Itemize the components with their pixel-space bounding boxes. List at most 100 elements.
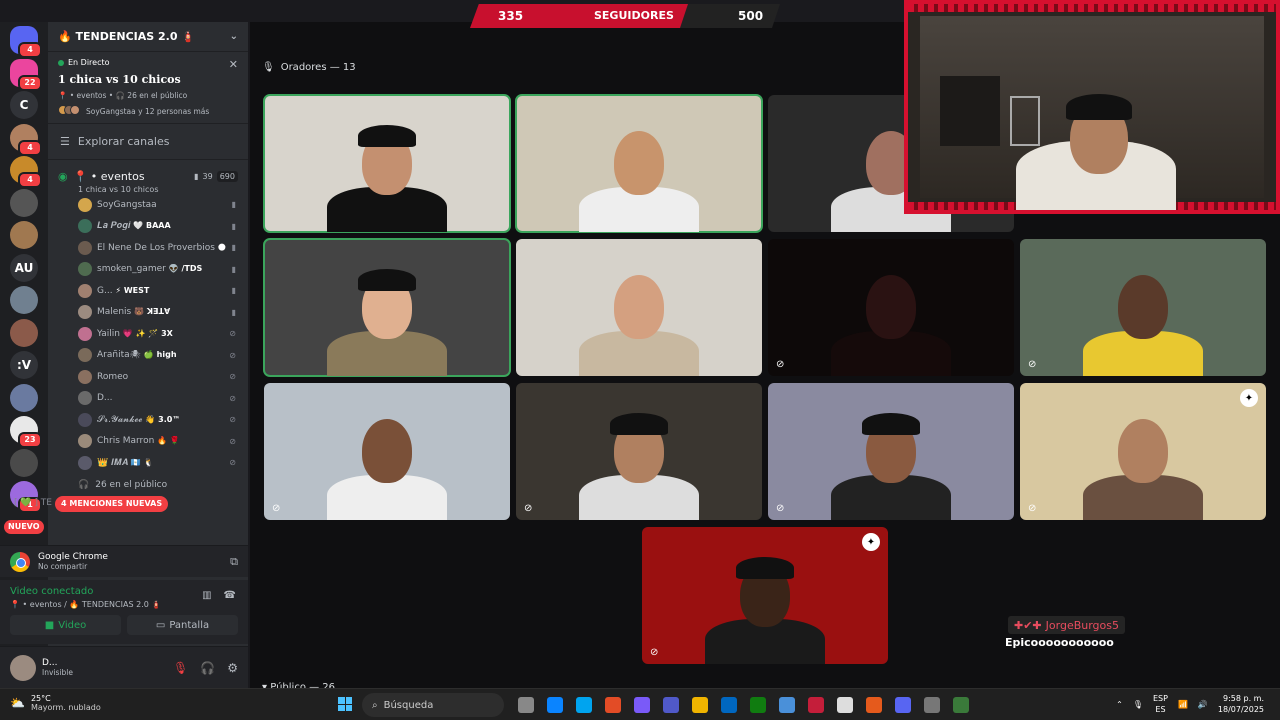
taskbar-app-icon[interactable] [634,697,650,713]
video-tile[interactable]: ⊘ ✦ [642,527,888,664]
screen-share-icon[interactable]: ⧉ [230,555,238,569]
signal-icon[interactable]: ▥ [202,590,211,601]
video-tile[interactable] [516,239,762,376]
list-item[interactable]: 👑 𝑰𝑴𝑨 🇬🇹 🐧 ⊘ [48,452,248,474]
live-event-card[interactable]: En Directo 1 chica vs 10 chicos 📍 • even… [48,52,248,124]
new-mentions-button[interactable]: 4 MENCIONES NUEVAS [55,496,169,512]
list-item[interactable]: smoken_gamer 👽 /TDS ▮ [48,259,248,281]
taskbar-app-icon[interactable] [895,697,911,713]
video-tile[interactable]: ⊘ [1020,239,1266,376]
voice-channel-eventos[interactable]: ◉ 📍 • eventos ▮ 39 690 [48,170,248,183]
video-tile[interactable]: ⊘ [768,239,1014,376]
taskbar-app-icon[interactable] [750,697,766,713]
avatar [78,434,92,449]
taskbar-app-icon[interactable] [605,697,621,713]
list-item[interactable]: Romeo ⊘ [48,366,248,388]
server-icon[interactable]: C [10,91,38,119]
server-header[interactable]: 🔥 TENDENCIAS 2.0 🧯 ⌄ [48,22,248,52]
mic-muted-icon: ⊘ [650,647,659,658]
list-item[interactable]: Arañita🕷 🍏 high ⊘ [48,345,248,367]
taskbar-app-icon[interactable] [547,697,563,713]
taskbar-app-icon[interactable] [721,697,737,713]
search-box[interactable]: ⌕ Búsqueda [362,693,504,717]
mic-muted-icon[interactable]: 🎙 [173,661,188,675]
audience-count[interactable]: 🎧 26 en el público [48,474,248,496]
explore-channels-button[interactable]: ☰ Explorar canales [48,124,248,160]
list-item[interactable]: D... ⊘ [48,388,248,410]
weather-widget[interactable]: ⛅ 25°C Mayorm. nublado [10,694,101,712]
video-icon: ▮ [231,200,236,210]
unread-badge: 4 [18,139,42,156]
mic-icon: 🎙 [262,62,275,73]
disconnect-icon[interactable]: ☎ [224,590,236,601]
taskbar-app-icon[interactable] [837,697,853,713]
screen-share-button[interactable]: ▭ Pantalla [127,615,238,635]
avatar [78,412,92,427]
server-icon[interactable] [10,221,38,249]
server-icon[interactable] [10,286,38,314]
server-icon[interactable] [10,383,38,412]
start-button[interactable] [338,697,352,711]
video-tile[interactable]: ⊘ [516,383,762,520]
list-item[interactable]: Chris Marron 🔥 🌹 ⊘ [48,431,248,453]
list-item[interactable]: 𝑳𝒂 𝑷𝒐𝒈𝒊 🤍 BAAA ▮ [48,216,248,238]
list-item[interactable]: G... ⚡ WEST ▮ [48,280,248,302]
mic-icon[interactable]: 🎙 [1133,700,1143,709]
mic-muted-icon: ⊘ [229,436,236,446]
video-tile[interactable]: ⊘ [264,383,510,520]
video-tile[interactable] [263,238,511,377]
server-icon[interactable]: 4 [10,123,42,156]
chat-message: Epicooooooooooo [1005,636,1114,649]
new-badge[interactable]: NUEVO [4,520,44,534]
gear-icon[interactable]: ⚙ [227,661,238,675]
server-icon[interactable] [10,448,38,477]
chevron-up-icon[interactable]: ⌃ [1116,700,1123,709]
wifi-icon[interactable]: 📶 [1178,700,1188,709]
server-icon[interactable]: 23 [10,416,42,448]
list-item[interactable]: Malenis 🐻 ꓘꓱꓕꓯ ▮ [48,302,248,324]
followers-goal: 500 [738,9,764,23]
taskbar-app-icon[interactable] [663,697,679,713]
live-people: SoyGangstaa y 12 personas más [58,105,238,117]
taskbar-app-icon[interactable] [576,697,592,713]
mic-muted-icon: ⊘ [1028,503,1037,514]
activity-bar: Google Chrome No compartir ⧉ [0,545,248,577]
taskbar-app-icon[interactable] [692,697,708,713]
voice-connected-sub[interactable]: 📍 • eventos / 🔥 TENDENCIAS 2.0 🧯 [10,600,238,609]
live-title: 1 chica vs 10 chicos [58,73,181,86]
server-icon[interactable] [10,318,38,347]
taskbar-app-icon[interactable] [518,697,534,713]
list-item[interactable]: Yailin 💗 ✨ 🪄 3X ⊘ [48,323,248,345]
taskbar-app-icon[interactable] [808,697,824,713]
chevron-down-icon[interactable]: ⌄ [230,31,238,42]
video-tile[interactable] [263,94,511,233]
next-channel[interactable]: [ 💚 ] TE [14,498,52,508]
server-icon[interactable]: 22 [10,58,42,91]
clock[interactable]: 9:58 p. m. 18/07/2025 [1218,693,1264,715]
server-icon[interactable]: 4 [10,26,42,58]
server-icon[interactable]: :V [10,351,38,379]
taskbar-app-icon[interactable] [924,697,940,713]
video-button[interactable]: ■ Video [10,615,121,635]
avatar[interactable] [10,654,36,681]
close-icon[interactable]: ✕ [229,58,238,71]
headphones-icon[interactable]: 🎧 [200,661,215,675]
server-icon[interactable]: 4 [10,156,42,188]
shield-icon: ✦ [862,533,880,551]
server-icon[interactable]: AU [10,253,38,282]
list-item[interactable]: SoyGangstaa ▮ [48,194,248,216]
video-tile[interactable] [515,94,763,233]
language-indicator[interactable]: ESP ES [1153,693,1168,715]
video-tile[interactable]: ⊘ [768,383,1014,520]
video-tile[interactable]: ⊘ ✦ [1020,383,1266,520]
taskbar-app-icon[interactable] [779,697,795,713]
voice-channel-counts: ▮ 39 690 [194,171,238,182]
list-item[interactable]: 𝓢𝓻.𝓨𝓪𝓷𝓴𝓮𝓮 👋 3.0™ ⊘ [48,409,248,431]
taskbar-app-icon[interactable] [866,697,882,713]
activity-sub: No compartir [38,562,88,571]
volume-icon[interactable]: 🔊 [1198,700,1208,709]
taskbar-app-icon[interactable] [953,697,969,713]
list-item[interactable]: El Nene De Los Proverbios 🌑 ▮ [48,237,248,259]
server-icon[interactable] [10,188,38,217]
live-tag: En Directo [58,58,238,67]
